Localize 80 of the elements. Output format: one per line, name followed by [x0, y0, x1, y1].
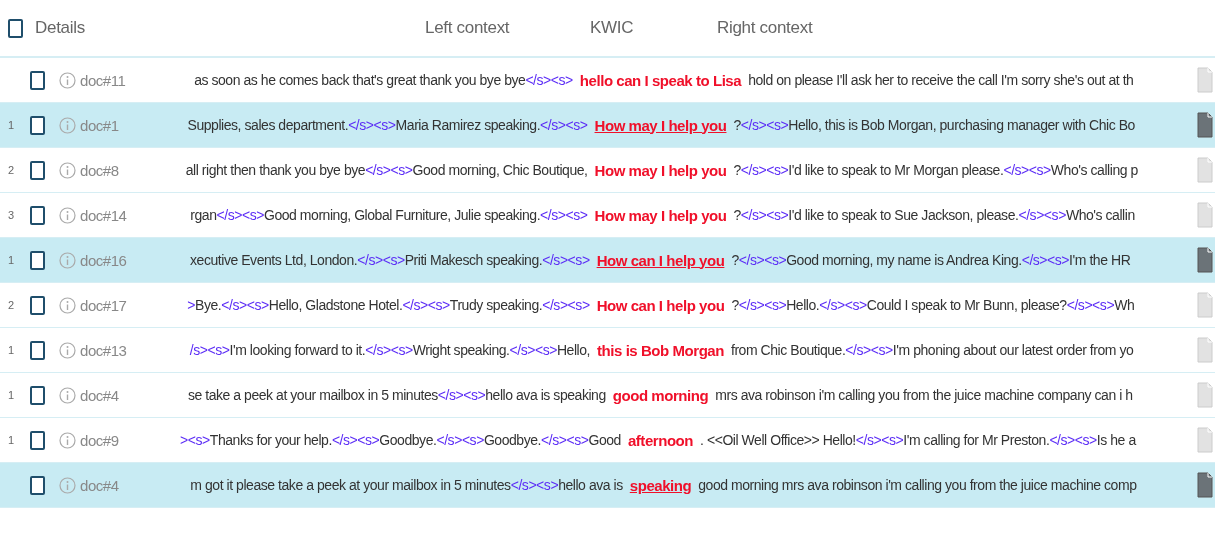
checkbox[interactable] — [30, 250, 45, 270]
checkbox[interactable] — [30, 295, 45, 315]
document-icon[interactable] — [1197, 247, 1213, 273]
right-context: ?</s><s>I'd like to speak to Mr Morgan please.</s><s>Who's calling p — [733, 162, 1139, 178]
document-icon[interactable] — [1197, 472, 1213, 498]
column-header: KWIC — [590, 18, 635, 38]
info-icon[interactable] — [59, 386, 76, 404]
info-icon[interactable] — [59, 296, 76, 314]
keyword: good morning — [612, 386, 709, 404]
keyword: hello can I speak to Lisa — [579, 71, 742, 89]
keyword: How may I help you — [594, 116, 727, 134]
checkbox[interactable] — [30, 340, 45, 360]
right-context: good morning mrs ava robinson i'm calling you from the juice machine comp — [698, 477, 1138, 493]
checkbox[interactable] — [30, 385, 45, 405]
left-context: rgan</s><s>Good morning, Global Furniture, Julie speaking.</s><s> — [189, 207, 588, 223]
right-context: ?</s><s>Hello, this is Bob Morgan, purchasing manager with Chic Bo — [733, 117, 1136, 133]
keyword: this is Bob Morgan — [597, 341, 724, 359]
info-icon[interactable] — [59, 161, 76, 179]
checkbox[interactable] — [30, 475, 45, 495]
document-id[interactable]: doc#14 — [80, 206, 132, 224]
document-id[interactable]: doc#13 — [80, 341, 132, 359]
row-number: 1 — [8, 119, 15, 131]
row-number: 2 — [8, 299, 15, 311]
row-number: 1 — [8, 344, 15, 356]
keyword: afternoon — [627, 431, 694, 449]
document-icon[interactable] — [1197, 112, 1213, 138]
left-context: ><s>Thanks for your help.</s><s>Goodbye.</s><s>Goodbye.</s><s>Good — [179, 432, 621, 448]
info-icon[interactable] — [59, 116, 76, 134]
checkbox[interactable] — [30, 70, 45, 90]
left-context: Supplies, sales department.</s><s>Maria Ramirez speaking.</s><s> — [186, 117, 588, 133]
right-context: . <<Oil Well Office>> Hello!</s><s>I'm calling for Mr Preston.</s><s>Is he a — [700, 432, 1138, 448]
left-context: /s><s>I'm looking forward to it.</s><s>Wright speaking.</s><s>Hello, — [188, 342, 591, 358]
keyword: speaking — [629, 476, 692, 494]
info-icon[interactable] — [59, 431, 76, 449]
document-id[interactable]: doc#11 — [80, 71, 132, 89]
left-context: as soon as he comes back that's great thank you bye bye</s><s> — [193, 72, 573, 88]
keyword: How can I help you — [596, 296, 725, 314]
right-context: from Chic Boutique.</s><s>I'm phoning about our latest order from yo — [730, 342, 1135, 358]
concordance-row[interactable]: 1 doc#13 /s><s>I'm looking forward to it.</s><s>Wright speaking.</s><s>Hello, this is Bob Morgan from Chic Boutique.</s><s>I'm phoning about our latest order from yo — [0, 328, 1215, 373]
concordance-row[interactable]: doc#4 m got it please take a peek at your mailbox in 5 minutes</s><s>hello ava is speaking good morning mrs ava robinson i'm calling you from the juice machine comp — [0, 463, 1215, 508]
checkbox[interactable] — [30, 430, 45, 450]
concordance-row[interactable]: 1 doc#16 xecutive Events Ltd, London.</s><s>Priti Makesch speaking.</s><s> How can I help you ?</s><s>Good morning, my name is Andrea King.</s><s>I'm the HR — [0, 238, 1215, 283]
concordance-row[interactable]: 1 doc#1 Supplies, sales department.</s><s>Maria Ramirez speaking.</s><s> How may I help you ?</s><s>Hello, this is Bob Morgan, purchasing manager with Chic Bo — [0, 103, 1215, 148]
keyword: How can I help you — [596, 251, 725, 269]
left-context: m got it please take a peek at your mailbox in 5 minutes</s><s>hello ava is — [189, 477, 623, 493]
left-context: >Bye.</s><s>Hello, Gladstone Hotel.</s><s>Trudy speaking.</s><s> — [186, 297, 590, 313]
checkbox[interactable] — [30, 160, 45, 180]
checkbox[interactable] — [8, 18, 23, 38]
keyword: How may I help you — [594, 206, 727, 224]
document-id[interactable]: doc#4 — [80, 386, 132, 404]
info-icon[interactable] — [59, 206, 76, 224]
info-icon[interactable] — [59, 71, 76, 89]
column-header: Left context — [425, 18, 511, 38]
row-number: 2 — [8, 164, 15, 176]
row-number: 1 — [8, 254, 15, 266]
concordance-row[interactable]: 1 doc#4 se take a peek at your mailbox in 5 minutes</s><s>hello ava is speaking good morning mrs ava robinson i'm calling you from the juice machine company can i h — [0, 373, 1215, 418]
document-id[interactable]: doc#8 — [80, 161, 132, 179]
info-icon[interactable] — [59, 251, 76, 269]
left-context: all right then thank you bye bye</s><s>Good morning, Chic Boutique, — [184, 162, 588, 178]
row-number: 1 — [8, 434, 15, 446]
column-header: Right context — [717, 18, 813, 38]
right-context: ?</s><s>Good morning, my name is Andrea King.</s><s>I'm the HR — [731, 252, 1132, 268]
info-icon[interactable] — [59, 476, 76, 494]
document-id[interactable]: doc#17 — [80, 296, 132, 314]
keyword: How may I help you — [594, 161, 727, 179]
document-id[interactable]: doc#9 — [80, 431, 132, 449]
checkbox[interactable] — [30, 205, 45, 225]
right-context: mrs ava robinson i'm calling you from the juice machine company can i h — [715, 387, 1134, 403]
left-context: se take a peek at your mailbox in 5 minutes</s><s>hello ava is speaking — [186, 387, 606, 403]
checkbox[interactable] — [30, 115, 45, 135]
concordance-row[interactable]: 2 doc#8 all right then thank you bye bye</s><s>Good morning, Chic Boutique, How may I help you ?</s><s>I'd like to speak to Mr Morgan please.</s><s>Who's calling p — [0, 148, 1215, 193]
row-number: 3 — [8, 209, 15, 221]
left-context: xecutive Events Ltd, London.</s><s>Priti Makesch speaking.</s><s> — [189, 252, 590, 268]
row-number: 1 — [8, 389, 15, 401]
info-icon[interactable] — [59, 341, 76, 359]
right-context: hold on please I'll ask her to receive the call I'm sorry she's out at th — [748, 72, 1135, 88]
right-context: ?</s><s>I'd like to speak to Sue Jackson, please.</s><s>Who's callin — [733, 207, 1136, 223]
column-header: Details — [35, 18, 86, 38]
concordance-row[interactable]: 2 doc#17 >Bye.</s><s>Hello, Gladstone Hotel.</s><s>Trudy speaking.</s><s> How can I help you ?</s><s>Hello.</s><s>Could I speak to Mr Bunn, please?</s><s>Wh — [0, 283, 1215, 328]
right-context: ?</s><s>Hello.</s><s>Could I speak to Mr Bunn, please?</s><s>Wh — [731, 297, 1136, 313]
